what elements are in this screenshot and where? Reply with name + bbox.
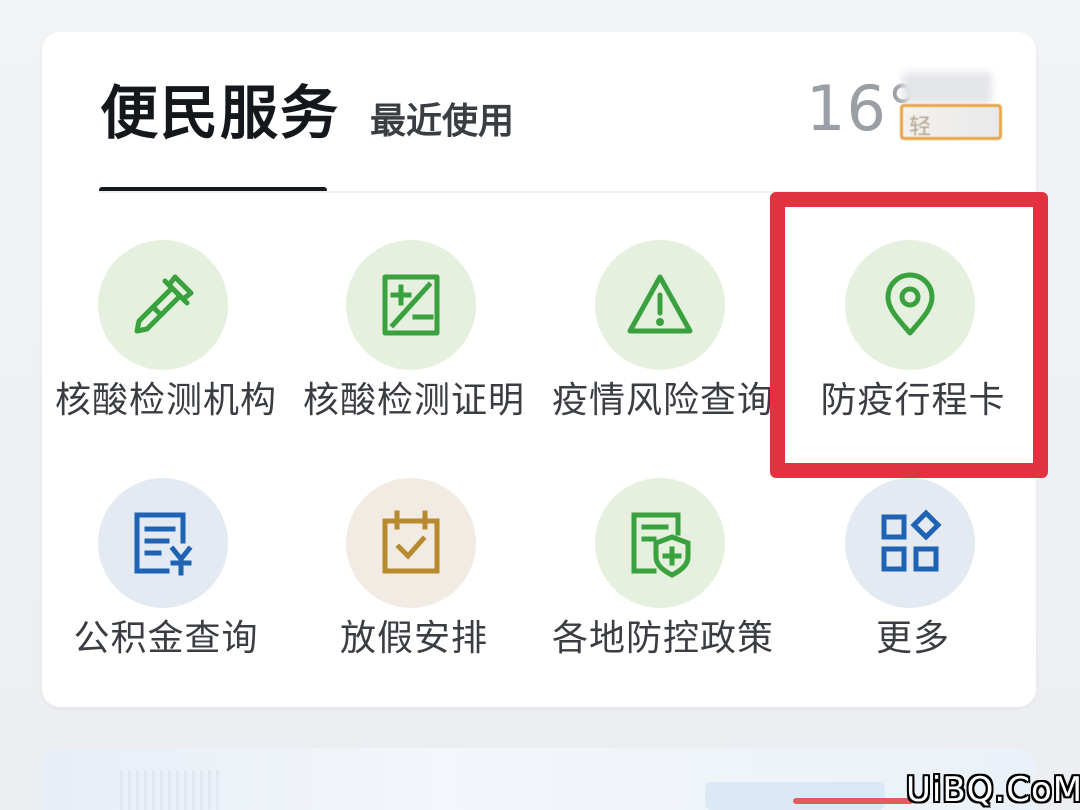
icon-circle <box>98 478 228 608</box>
service-local-control-policy[interactable]: 各地防控政策 <box>539 478 787 678</box>
service-label: 公积金查询 <box>73 618 259 659</box>
service-label: 防疫行程卡 <box>820 380 1006 421</box>
document-yuan-icon <box>134 512 193 576</box>
service-epidemic-risk-query[interactable]: 疫情风险查询 <box>539 240 787 440</box>
air-quality-text: 轻 <box>909 115 932 140</box>
service-label: 各地防控政策 <box>551 618 774 659</box>
weather-blurred-info <box>902 72 992 104</box>
calendar-check-icon <box>382 510 440 574</box>
service-nucleic-test-institution[interactable]: 核酸检测机构 <box>42 240 290 440</box>
icon-circle <box>595 478 725 608</box>
page: 便民服务 最近使用 16° 轻 核酸检测机构 核酸检测证明 疫情风险查询 防疫行… <box>0 0 1080 810</box>
service-holiday-arrangement[interactable]: 放假安排 <box>290 478 538 678</box>
next-card-banner <box>705 782 885 810</box>
next-card-decoration <box>120 770 220 810</box>
service-label: 更多 <box>875 618 950 659</box>
next-card-accent <box>793 798 913 804</box>
shield-document-icon <box>631 512 691 578</box>
watermark: UiBQ.CoM <box>906 770 1080 810</box>
service-label: 疫情风险查询 <box>551 380 774 421</box>
icon-circle <box>595 240 725 370</box>
grid-apps-icon <box>881 509 942 572</box>
warning-triangle-icon <box>627 274 693 334</box>
service-label: 放假安排 <box>339 618 488 659</box>
location-pin-icon <box>885 272 935 336</box>
service-label: 核酸检测证明 <box>302 380 525 421</box>
tab-convenience-services[interactable]: 便民服务 <box>100 78 340 148</box>
service-label: 核酸检测机构 <box>54 380 277 421</box>
icon-circle <box>845 240 975 370</box>
service-nucleic-test-certificate[interactable]: 核酸检测证明 <box>290 240 538 440</box>
service-travel-card[interactable]: 防疫行程卡 <box>789 240 1037 440</box>
air-quality-badge: 轻 <box>900 104 1002 140</box>
pipette-icon <box>134 274 194 334</box>
icon-circle <box>346 240 476 370</box>
service-more[interactable]: 更多 <box>789 478 1037 678</box>
icon-circle <box>98 240 228 370</box>
icon-circle <box>346 478 476 608</box>
report-calc-icon <box>382 274 440 336</box>
tab-divider <box>99 191 999 193</box>
service-housing-fund-query[interactable]: 公积金查询 <box>42 478 290 678</box>
tab-recently-used[interactable]: 最近使用 <box>370 100 514 144</box>
icon-circle <box>845 478 975 608</box>
